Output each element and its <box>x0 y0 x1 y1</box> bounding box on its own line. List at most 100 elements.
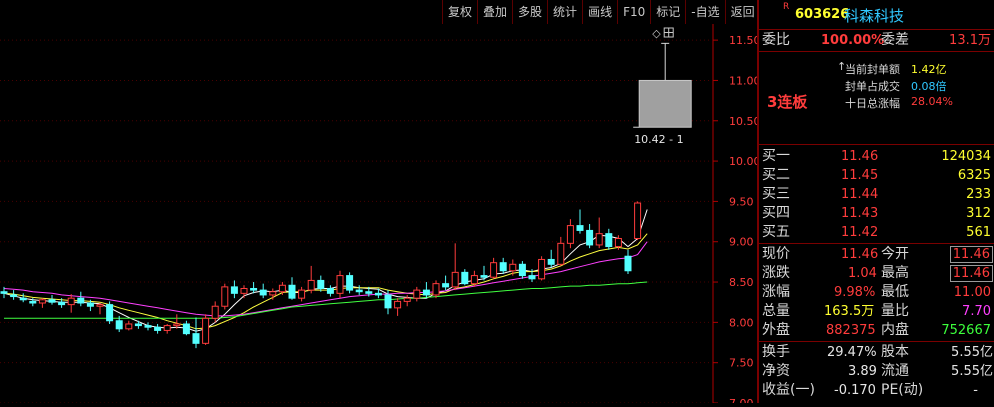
candle[interactable] <box>307 265 315 294</box>
candle-body <box>125 323 133 330</box>
candle[interactable] <box>38 298 46 308</box>
candle[interactable] <box>432 280 440 299</box>
multi-stock-button[interactable]: 多股 <box>512 0 547 24</box>
grid-toggle-icon[interactable] <box>663 27 674 38</box>
kline-chart-svg[interactable]: 7.00 7.50 8.00 8.50 9.00 9.50 10.00 10.50 11.00 1… <box>0 0 761 407</box>
candle-body <box>480 275 488 278</box>
candle[interactable] <box>451 243 459 291</box>
candle[interactable] <box>566 219 574 249</box>
candle[interactable] <box>422 282 430 299</box>
bid-row[interactable]: 买一 11.46 124034 <box>759 147 994 166</box>
candle[interactable] <box>499 257 507 274</box>
change-label: 涨跌 <box>762 265 790 281</box>
candle[interactable] <box>298 286 306 302</box>
low-label: 最低 <box>881 284 909 300</box>
candle[interactable] <box>403 294 411 307</box>
y-tick-label: 8.50 <box>729 276 754 289</box>
candle[interactable] <box>259 283 267 299</box>
price-label: 现价 <box>762 246 790 262</box>
candle[interactable] <box>624 249 632 274</box>
candle[interactable] <box>221 283 229 310</box>
candle[interactable] <box>538 256 546 281</box>
y-tick-label: 7.00 <box>729 397 754 403</box>
candle[interactable] <box>346 272 354 294</box>
candle[interactable] <box>106 301 114 324</box>
candle[interactable] <box>250 282 258 294</box>
candle-body <box>605 233 613 248</box>
candle[interactable] <box>230 280 238 299</box>
mark-button[interactable]: 标记 <box>650 0 685 24</box>
candle-body <box>163 325 171 331</box>
candle-body <box>470 275 478 285</box>
candle[interactable] <box>605 228 613 250</box>
candle[interactable] <box>240 285 248 299</box>
bid-row[interactable]: 买二 11.45 6325 <box>759 166 994 185</box>
candle[interactable] <box>202 314 210 345</box>
candle-body <box>566 225 574 244</box>
candle[interactable] <box>394 298 402 316</box>
candle[interactable] <box>336 270 344 299</box>
f10-button[interactable]: F10 <box>617 0 650 24</box>
overlay-button[interactable]: 叠加 <box>477 0 512 24</box>
candle[interactable] <box>163 323 171 334</box>
commission-ratio-value: 100.00% <box>821 33 885 48</box>
candle[interactable] <box>67 294 75 313</box>
statistics-button[interactable]: 统计 <box>547 0 582 24</box>
candle[interactable] <box>173 314 181 329</box>
candle-body <box>240 287 248 294</box>
volume-ratio-value: 7.70 <box>962 304 991 319</box>
stock-name[interactable]: 科森科技 <box>844 5 904 26</box>
candle[interactable] <box>557 236 565 266</box>
bid-row[interactable]: 买五 11.42 561 <box>759 223 994 242</box>
candle-body <box>365 291 373 294</box>
kline-chart[interactable]: 7.00 7.50 8.00 8.50 9.00 9.50 10.00 10.50 11.00 1… <box>0 0 761 407</box>
candle[interactable] <box>633 42 692 128</box>
bid-row[interactable]: 买四 11.43 312 <box>759 204 994 223</box>
remove-watchlist-button[interactable]: -自选 <box>685 0 724 24</box>
candle[interactable] <box>278 282 286 295</box>
open-label: 今开 <box>881 246 909 262</box>
candle[interactable] <box>19 293 27 303</box>
bid-volume: 312 <box>966 206 991 221</box>
candle[interactable] <box>192 317 200 349</box>
bid-row[interactable]: 买三 11.44 233 <box>759 185 994 204</box>
stock-code[interactable]: 603626 <box>795 7 849 22</box>
candle[interactable] <box>442 275 450 291</box>
candle[interactable] <box>10 290 18 300</box>
open-value: 11.46 <box>949 246 993 263</box>
candle-body <box>413 289 421 299</box>
candle[interactable] <box>182 320 190 336</box>
candle[interactable] <box>125 320 133 331</box>
candle[interactable] <box>326 285 334 297</box>
candle-body <box>259 289 267 296</box>
candle[interactable] <box>211 301 219 323</box>
candle-body <box>77 297 85 304</box>
candle[interactable] <box>518 261 526 279</box>
candle[interactable] <box>634 201 642 241</box>
candle-body <box>461 271 469 285</box>
candle[interactable] <box>288 277 296 300</box>
restore-right-button[interactable]: 复权 <box>442 0 477 24</box>
candle[interactable] <box>461 269 469 286</box>
candle[interactable] <box>355 285 363 295</box>
candle-body <box>298 289 306 299</box>
candle[interactable] <box>413 286 421 302</box>
candle[interactable] <box>77 291 85 307</box>
candle[interactable] <box>317 275 325 292</box>
candle[interactable] <box>48 294 56 305</box>
candle[interactable] <box>490 257 498 279</box>
draw-line-button[interactable]: 画线 <box>582 0 617 24</box>
candle[interactable] <box>144 322 152 331</box>
candle-body <box>586 229 594 246</box>
candle[interactable] <box>547 249 555 268</box>
candle[interactable] <box>576 209 584 234</box>
diamond-icon[interactable]: ◇ <box>652 27 661 40</box>
commission-diff-label: 委差 <box>881 32 909 48</box>
candle[interactable] <box>96 303 104 315</box>
candle-body <box>144 325 152 328</box>
back-button[interactable]: 返回 <box>724 0 760 24</box>
candle-body <box>154 326 162 331</box>
candle[interactable] <box>586 223 594 249</box>
candle[interactable] <box>154 323 162 334</box>
candle[interactable] <box>595 217 603 249</box>
